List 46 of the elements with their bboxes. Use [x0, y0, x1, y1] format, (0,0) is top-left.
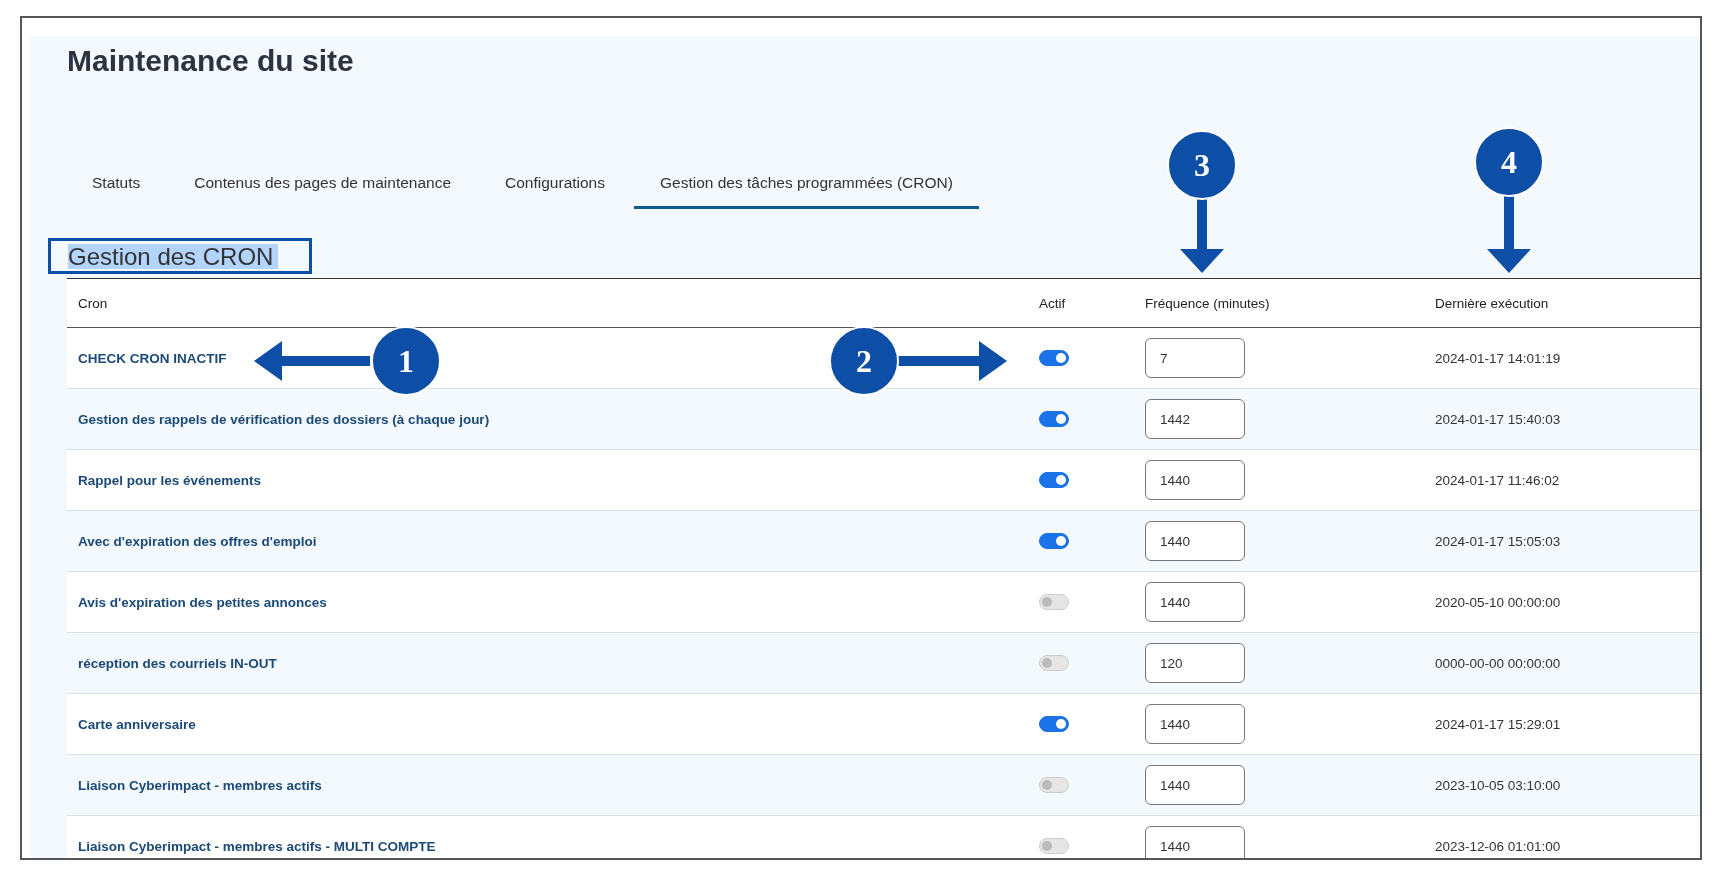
column-header: Fréquence (minutes) — [1144, 295, 1271, 311]
last-run-time: 2024-01-17 15:29:01 — [1434, 716, 1562, 732]
toggle-switch[interactable] — [1039, 533, 1069, 550]
last-run-time: 2023-12-06 01:01:00 — [1434, 838, 1562, 854]
toggle-switch[interactable] — [1039, 655, 1069, 672]
last-run-time: 2024-01-17 15:05:03 — [1434, 533, 1562, 549]
last-run-time: 2024-01-17 15:40:03 — [1434, 411, 1562, 427]
tab[interactable]: Configurations — [478, 162, 632, 209]
last-run-time: 2024-01-17 11:46:02 — [1434, 472, 1561, 488]
column-header: Actif — [1038, 295, 1067, 311]
frequency-field[interactable]: 7 — [1145, 338, 1245, 378]
toggle-switch[interactable] — [1039, 838, 1069, 855]
frequency-field[interactable]: 1440 — [1145, 704, 1245, 744]
last-run-time: 2023-10-05 03:10:00 — [1434, 777, 1562, 793]
cron-name[interactable]: CHECK CRON INACTIF — [78, 350, 227, 366]
toggle-switch[interactable] — [1039, 411, 1069, 428]
frequency-field[interactable]: 1440 — [1145, 460, 1245, 500]
frequency-field[interactable]: 1440 — [1145, 826, 1245, 858]
cron-name[interactable]: Gestion des rappels de vérification des dossiers (à chaque jour) — [78, 411, 490, 427]
frequency-field[interactable]: 120 — [1145, 643, 1245, 683]
frequency-field[interactable]: 1440 — [1145, 582, 1245, 622]
toggle-switch[interactable] — [1039, 472, 1069, 489]
column-header: Cron — [77, 295, 109, 311]
cron-name[interactable]: Carte anniversaire — [78, 716, 196, 732]
toggle-switch[interactable] — [1039, 716, 1069, 733]
section-title: Gestion des CRON — [48, 238, 313, 274]
cron-name[interactable]: Avis d'expiration des petites annonces — [78, 594, 327, 610]
cron-name[interactable]: Liaison Cyberimpact - membres actifs — [78, 777, 322, 793]
toggle-switch[interactable] — [1039, 350, 1069, 367]
toggle-switch[interactable] — [1039, 777, 1069, 794]
tab[interactable]: Statuts — [81, 162, 168, 209]
column-header: Dernière exécution — [1434, 295, 1550, 311]
cron-name[interactable]: Avec d'expiration des offres d'emploi — [78, 533, 317, 549]
frequency-field[interactable]: 1440 — [1145, 521, 1245, 561]
last-run-time: 0000-00-00 00:00:00 — [1434, 655, 1562, 671]
toggle-switch[interactable] — [1039, 594, 1069, 611]
tab[interactable]: Contenus des pages de maintenance — [167, 162, 479, 209]
frequency-field[interactable]: 1440 — [1145, 765, 1245, 805]
tab[interactable]: Gestion des tâches programmées (CRON) — [634, 162, 979, 209]
cron-name[interactable]: réception des courriels IN-OUT — [78, 655, 277, 671]
frequency-field[interactable]: 1442 — [1145, 399, 1245, 439]
last-run-time: 2020-05-10 00:00:00 — [1434, 594, 1562, 610]
cron-name[interactable]: Liaison Cyberimpact - membres actifs - MULTI COMPTE — [78, 838, 436, 854]
last-run-time: 2024-01-17 14:01:19 — [1434, 350, 1562, 366]
page-title: Maintenance du site — [67, 43, 355, 78]
cron-name[interactable]: Rappel pour les événements — [78, 472, 262, 488]
